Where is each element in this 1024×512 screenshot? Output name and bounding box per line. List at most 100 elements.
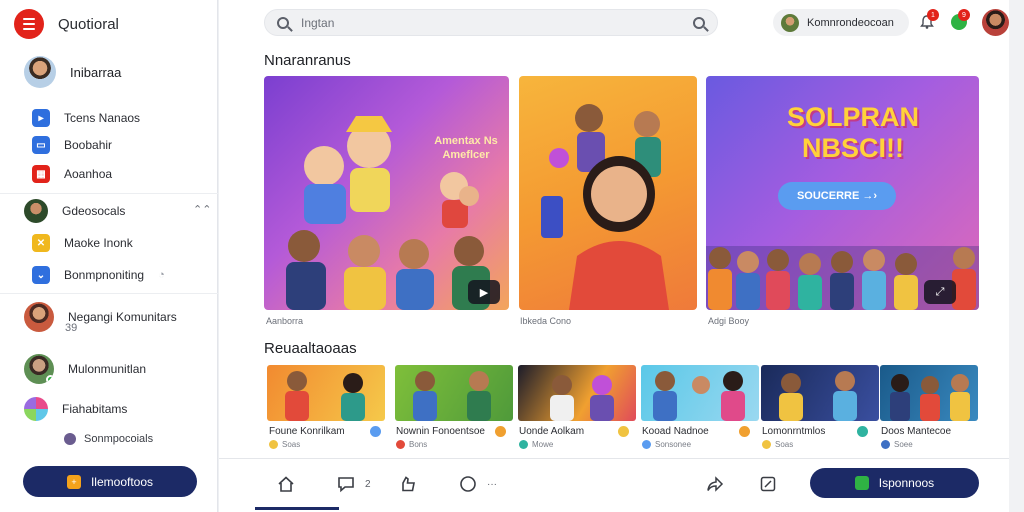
thumbnail-meta: Mowe <box>519 440 553 449</box>
search-input[interactable]: Ingtan <box>301 16 681 30</box>
search-icon <box>277 16 289 29</box>
reaction-icon <box>739 426 750 437</box>
featured-card-2[interactable] <box>519 76 697 310</box>
card-caption: Adgi Booy <box>708 316 750 326</box>
reaction-icon <box>857 426 868 437</box>
home-icon[interactable] <box>277 475 295 493</box>
profile-icon: ▸ <box>32 109 50 127</box>
thumbnail-title: Foune Konrilkam <box>269 426 345 437</box>
recent-section-title: Reuaaltaoaas <box>264 340 357 357</box>
thumbnail-3[interactable] <box>518 365 636 421</box>
thumbnail-meta-label: Sonsonee <box>655 440 692 449</box>
thumbnail-meta: Soas <box>269 440 300 449</box>
bell-icon[interactable]: 1 <box>919 9 939 30</box>
sidebar-item-label: Boobahir <box>64 138 113 152</box>
sidebar-item-2[interactable]: ▭ Boobahir <box>32 136 112 154</box>
thumbnail-title: Nownin Fonoentsoe <box>396 426 485 437</box>
close-icon: ✕ <box>32 234 50 252</box>
chevron-down-icon: ⌄ <box>32 266 50 284</box>
featured-card-3[interactable]: SOLPRAN NBSCI!! SOUCERRE →› ⤢ <box>706 76 979 310</box>
like-icon[interactable] <box>399 475 417 493</box>
profile-avatar[interactable] <box>982 9 1009 36</box>
group-header[interactable]: Gdeosocals <box>24 199 125 223</box>
comment-button[interactable]: 2 <box>337 475 371 493</box>
thumbnail-5[interactable] <box>761 365 879 421</box>
sub-avatar <box>64 433 76 445</box>
active-tab-indicator <box>255 507 339 510</box>
community-logo-icon <box>24 397 48 421</box>
community-label: Negangi Komunitars <box>68 310 177 324</box>
sidebar-user[interactable]: Inibarraa <box>24 56 121 88</box>
thumbnail-meta-label: Soee <box>894 440 913 449</box>
menu-icon[interactable] <box>14 9 44 39</box>
comment-icon <box>338 477 354 493</box>
primary-cta-button[interactable]: Isponnoos <box>810 468 979 498</box>
sidebar-item-4[interactable]: ✕ Maoke Inonk <box>32 234 133 252</box>
community-item-1[interactable]: Negangi Komunitars <box>24 302 177 332</box>
bottom-action-bar: 2 ··· Isponnoos <box>219 458 1009 512</box>
bell-badge: 1 <box>927 9 939 21</box>
cta-icon <box>854 476 869 490</box>
sub-item[interactable]: Sonmpocoials <box>64 433 153 445</box>
community-label: Fiahabitams <box>62 402 128 416</box>
reaction-icon <box>370 426 381 437</box>
thumbnail-meta: Soas <box>762 440 793 449</box>
card-caption: Ibkeda Cono <box>520 316 572 326</box>
search-bar[interactable]: Ingtan <box>264 9 718 36</box>
card-caption: Aanborra <box>266 316 304 326</box>
thumbnail-2[interactable] <box>395 365 513 421</box>
featured-section-title: Nnaranranus <box>264 52 351 69</box>
reaction-icon <box>495 426 506 437</box>
search-submit-icon[interactable] <box>693 16 705 29</box>
community-item-2[interactable]: Mulonmunitlan <box>24 354 146 384</box>
status-button[interactable]: ··· <box>459 475 497 493</box>
thumbnail-1[interactable] <box>267 365 385 421</box>
community-chip[interactable]: Komnrondeocoan <box>773 9 909 36</box>
featured-card-1[interactable]: Amentax Ns Ameflcer ▶ <box>264 76 509 310</box>
edit-icon[interactable] <box>759 475 777 493</box>
info-icon: ◔ <box>158 269 165 281</box>
brand: Quotioral <box>14 9 119 39</box>
message-badge: 9 <box>958 9 970 21</box>
sidebar: Quotioral Inibarraa ▸ Tcens Nanaos ▭ Boo… <box>0 0 218 512</box>
sidebar-item-label: Bonmpnoniting <box>64 268 145 282</box>
divider <box>0 193 218 194</box>
thumbnail-meta: Bons <box>396 440 427 449</box>
thumbnail-title: Uonde Aolkam <box>519 426 585 437</box>
play-icon[interactable]: ▶ <box>468 280 500 304</box>
thumbnail-title: Kooad Nadnoe <box>642 426 709 437</box>
card-banner-text: Amentax Ns Ameflcer <box>434 135 498 162</box>
sidebar-item-3[interactable]: ▦ Aoanhoa <box>32 165 112 183</box>
sidebar-item-1[interactable]: ▸ Tcens Nanaos <box>32 109 140 127</box>
app-name: Quotioral <box>58 15 119 33</box>
sidebar-item-label: Tcens Nanaos <box>64 111 141 125</box>
community-item-3[interactable]: Fiahabitams <box>24 397 127 421</box>
thumbnail-title: Lomonrntmlos <box>762 426 826 437</box>
message-icon[interactable]: 9 <box>951 9 970 30</box>
thumbnail-meta: Soee <box>881 440 913 449</box>
community-avatar <box>24 354 54 384</box>
divider <box>0 293 218 294</box>
group-avatar <box>24 199 48 223</box>
chat-icon: ▭ <box>32 136 50 154</box>
chip-label: Komnrondeocoan <box>807 16 894 29</box>
community-avatar <box>24 302 54 332</box>
sidebar-item-5[interactable]: ⌄ Bonmpnoniting ◔ <box>32 266 165 284</box>
sidebar-cta-label: Ilemooftoos <box>90 474 154 489</box>
thumbnail-meta-label: Soas <box>775 440 794 449</box>
play-icon[interactable]: ⤢ <box>924 280 956 304</box>
thumbnail-6[interactable] <box>880 365 978 421</box>
user-avatar[interactable] <box>24 56 56 88</box>
user-name: Inibarraa <box>70 64 122 80</box>
community-count: 39 <box>65 322 78 334</box>
calendar-icon: ▦ <box>32 165 50 183</box>
share-icon[interactable] <box>706 475 724 493</box>
scrollbar-track[interactable] <box>1009 0 1024 512</box>
thumbnail-meta: Sonsonee <box>642 440 691 449</box>
sidebar-cta-button[interactable]: + Ilemooftoos <box>23 466 197 497</box>
group-header-label: Gdeosocals <box>62 204 126 218</box>
thumbnail-4[interactable] <box>641 365 759 421</box>
thumbnail-meta-label: Soas <box>282 440 301 449</box>
thumbnail-meta-label: Bons <box>409 440 428 449</box>
collapse-icon[interactable]: ⌃⌃ <box>193 203 211 216</box>
